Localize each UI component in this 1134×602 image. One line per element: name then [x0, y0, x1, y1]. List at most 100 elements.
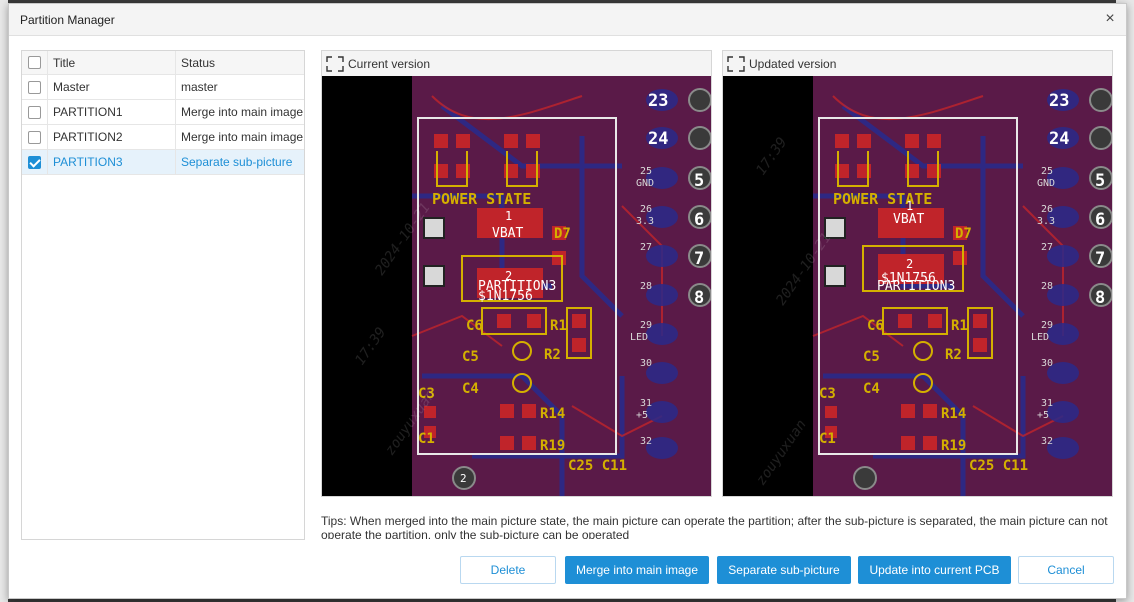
- partition-list-header: Title Status: [22, 51, 304, 75]
- label-gnd: GND: [1037, 178, 1055, 189]
- fullscreen-icon[interactable]: [727, 55, 745, 72]
- tips-text: Tips: When merged into the main picture …: [321, 514, 1108, 539]
- label-vbat-num: 1: [906, 199, 913, 213]
- label-pin-24: 24: [1049, 129, 1069, 149]
- column-header-title[interactable]: Title: [48, 51, 176, 74]
- partition-row-selected[interactable]: PARTITION3 Separate sub-picture: [22, 150, 304, 175]
- current-pcb-view[interactable]: POWER STATE 1 VBAT 2 PARTITION3 $1N1756 …: [322, 76, 711, 496]
- label-30: 30: [640, 358, 652, 369]
- partition-row[interactable]: PARTITION2 Merge into main image: [22, 125, 304, 150]
- label-27: 27: [640, 242, 652, 253]
- label-n1756: $1N1756: [478, 289, 533, 304]
- label-28: 28: [640, 281, 652, 292]
- label-32: 32: [1041, 436, 1053, 447]
- label-pin-6: 6: [1095, 210, 1105, 230]
- label-pin-7: 7: [1095, 249, 1105, 269]
- partition-row[interactable]: Master master: [22, 75, 304, 100]
- label-plus5: +5: [636, 410, 648, 421]
- updated-pcb-view[interactable]: POWER STATE 1 VBAT 2 $1N1756 PARTITION3 …: [723, 76, 1112, 496]
- row-checkbox[interactable]: [28, 130, 41, 144]
- updated-version-label: Updated version: [749, 56, 837, 71]
- separate-sub-picture-button[interactable]: Separate sub-picture: [717, 556, 851, 584]
- label-gnd: GND: [636, 178, 654, 189]
- label-power-state: POWER STATE: [833, 190, 932, 208]
- row-checkbox[interactable]: [28, 80, 41, 94]
- select-all-checkbox[interactable]: [28, 56, 41, 69]
- label-29: 29: [640, 320, 652, 331]
- partition-list: Title Status Master master PARTITION1 Me…: [21, 50, 305, 540]
- label-3v3: 3.3: [636, 216, 654, 227]
- partition-status: Merge into main image: [181, 105, 304, 119]
- label-pin-8: 8: [1095, 288, 1105, 308]
- label-r1: R1: [550, 318, 567, 334]
- label-n1756-num: 2: [906, 257, 913, 271]
- partition-title: PARTITION3: [48, 150, 176, 174]
- partition-title: PARTITION1: [48, 100, 176, 124]
- pcb-render-current: POWER STATE 1 VBAT 2 PARTITION3 $1N1756 …: [322, 76, 711, 496]
- label-r1: R1: [951, 318, 968, 334]
- current-version-label: Current version: [348, 56, 431, 71]
- label-pin-7: 7: [694, 249, 704, 269]
- label-c1: C1: [418, 431, 435, 447]
- label-25: 25: [640, 166, 652, 177]
- label-c3: C3: [819, 386, 836, 402]
- partition-title: PARTITION2: [48, 125, 176, 149]
- label-c1: C1: [819, 431, 836, 447]
- label-d7: D7: [955, 226, 972, 242]
- label-c5: C5: [863, 349, 880, 365]
- label-r14: R14: [941, 406, 966, 422]
- label-pin-2: 2: [460, 472, 467, 485]
- label-r2: R2: [945, 347, 962, 363]
- fullscreen-icon[interactable]: [326, 55, 344, 72]
- label-d7: D7: [554, 226, 571, 242]
- label-pin-8: 8: [694, 288, 704, 308]
- label-pin-5: 5: [1095, 171, 1105, 191]
- partition-status: master: [181, 80, 218, 94]
- label-partition: PARTITION3: [877, 279, 955, 294]
- label-c25-c11: C25 C11: [568, 458, 627, 474]
- label-pin-5: 5: [694, 171, 704, 191]
- current-version-panel: Current version POWER STATE 1 VBAT 2 PAR…: [321, 50, 712, 497]
- dialog-titlebar: Partition Manager ×: [9, 4, 1126, 36]
- label-vbat: VBAT: [492, 226, 523, 241]
- label-power-state: POWER STATE: [432, 190, 531, 208]
- label-29: 29: [1041, 320, 1053, 331]
- label-26: 26: [640, 204, 652, 215]
- label-26: 26: [1041, 204, 1053, 215]
- label-pin-23: 23: [1049, 91, 1069, 111]
- row-checkbox[interactable]: [28, 105, 41, 119]
- column-header-status[interactable]: Status: [176, 51, 304, 74]
- label-led: LED: [1031, 332, 1049, 343]
- label-25: 25: [1041, 166, 1053, 177]
- background-left-strip: [0, 0, 8, 602]
- label-r19: R19: [941, 438, 966, 454]
- label-c4: C4: [462, 381, 479, 397]
- label-pin-6: 6: [694, 210, 704, 230]
- close-icon[interactable]: ×: [1100, 9, 1120, 29]
- label-plus5: +5: [1037, 410, 1049, 421]
- label-28: 28: [1041, 281, 1053, 292]
- cancel-button[interactable]: Cancel: [1018, 556, 1114, 584]
- label-c6: C6: [466, 318, 483, 334]
- label-r14: R14: [540, 406, 565, 422]
- partition-status: Separate sub-picture: [181, 155, 293, 169]
- label-3v3: 3.3: [1037, 216, 1055, 227]
- label-pin-23: 23: [648, 91, 668, 111]
- label-31: 31: [1041, 398, 1053, 409]
- row-checkbox-checked[interactable]: [28, 155, 41, 169]
- label-31: 31: [640, 398, 652, 409]
- dialog-title: Partition Manager: [20, 13, 115, 27]
- delete-button[interactable]: Delete: [460, 556, 556, 584]
- label-c4: C4: [863, 381, 880, 397]
- label-r2: R2: [544, 347, 561, 363]
- label-32: 32: [640, 436, 652, 447]
- partition-manager-dialog: Partition Manager × Title Status Master …: [8, 3, 1127, 599]
- label-27: 27: [1041, 242, 1053, 253]
- merge-into-main-image-button[interactable]: Merge into main image: [565, 556, 709, 584]
- label-c5: C5: [462, 349, 479, 365]
- update-into-current-pcb-button[interactable]: Update into current PCB: [858, 556, 1011, 584]
- label-c6: C6: [867, 318, 884, 334]
- partition-row[interactable]: PARTITION1 Merge into main image: [22, 100, 304, 125]
- label-c25-c11: C25 C11: [969, 458, 1028, 474]
- updated-version-header: Updated version: [723, 51, 1112, 76]
